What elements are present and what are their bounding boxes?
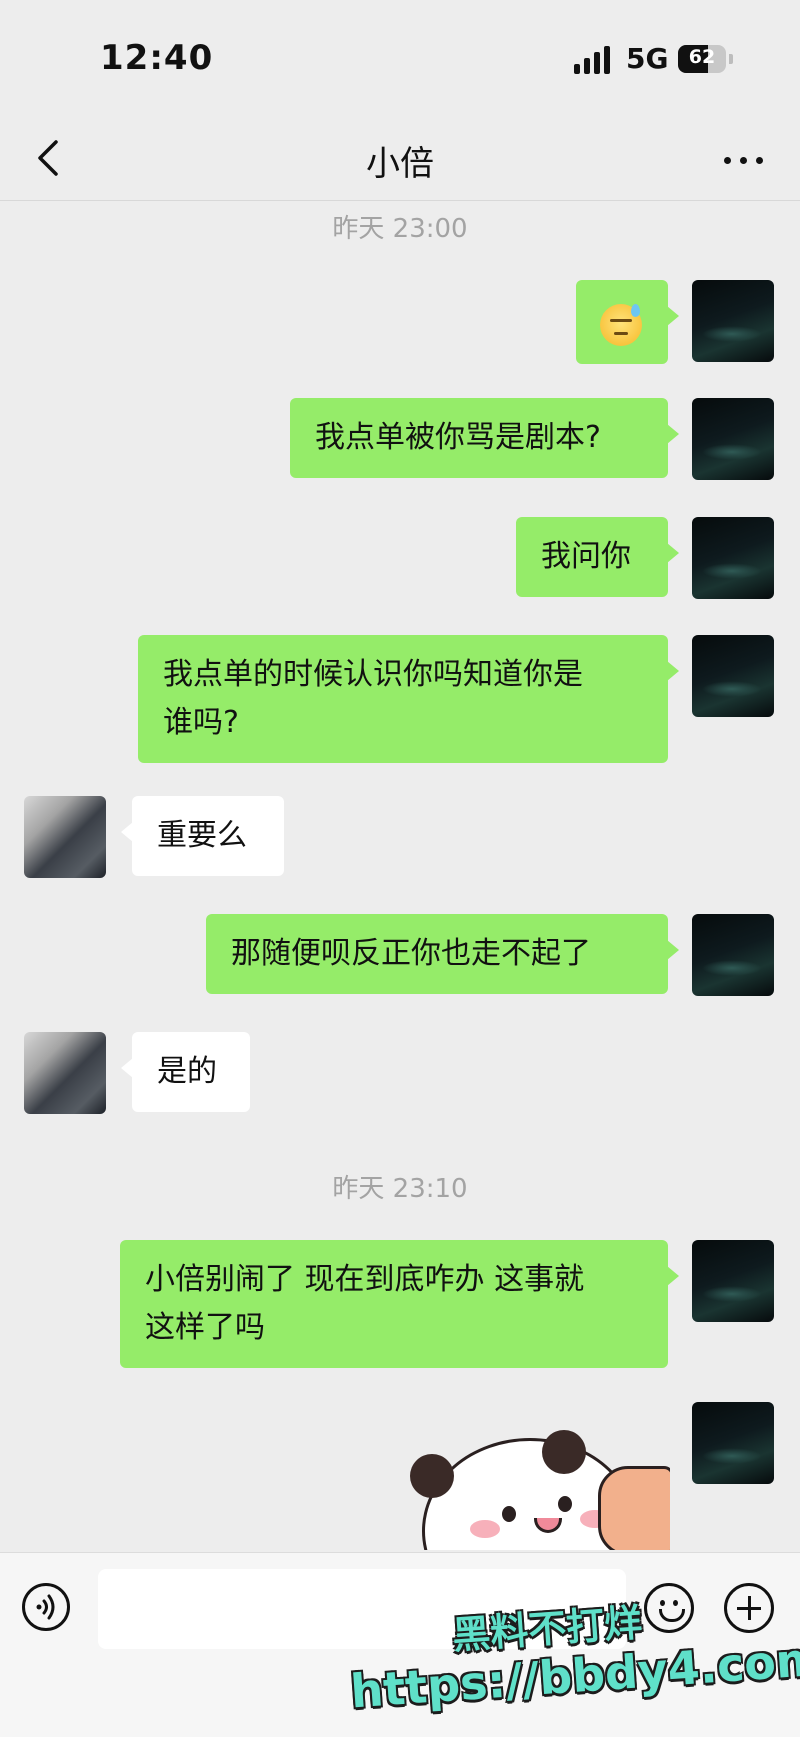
message-text-line: 我点单的时候认识你吗知道你是 [163, 657, 583, 692]
avatar-me[interactable] [692, 398, 774, 480]
network-type: 5G [626, 42, 669, 75]
message-text: 我点单被你骂是剧本? [315, 420, 601, 455]
emoji-icon[interactable] [644, 1583, 694, 1633]
sweat-smile-emoji [600, 303, 642, 346]
panda-ear [542, 1430, 586, 1474]
battery-icon: 62 [678, 45, 726, 73]
message-text: 那随便呗反正你也走不起了 [231, 936, 591, 971]
signal-icon [574, 46, 614, 74]
panda-eye [502, 1506, 516, 1522]
message-text-line: 这样了吗 [145, 1310, 265, 1345]
timestamp: 昨天 23:00 [332, 214, 468, 244]
message-text: 我问你 [541, 539, 631, 574]
more-icon[interactable] [720, 144, 768, 176]
message-text-line: 谁吗? [163, 705, 239, 740]
battery-level: 62 [688, 46, 716, 68]
chat-header: 小倍 [0, 120, 800, 201]
message-bubble-contact[interactable]: 是的 [121, 1032, 250, 1112]
status-time: 12:40 [100, 38, 214, 78]
status-bar: 12:40 5G 62 [0, 0, 800, 120]
message-bubble-me[interactable] [576, 280, 679, 364]
message-bubble-me[interactable]: 我点单的时候认识你吗知道你是 谁吗? [138, 635, 679, 763]
panda-eye [558, 1496, 572, 1512]
avatar-me[interactable] [692, 1240, 774, 1322]
avatar-me[interactable] [692, 635, 774, 717]
avatar-contact[interactable] [24, 1032, 106, 1114]
plus-icon[interactable] [724, 1583, 774, 1633]
timestamp: 昨天 23:10 [332, 1174, 468, 1204]
avatar-contact[interactable] [24, 796, 106, 878]
panda-ear [410, 1454, 454, 1498]
message-bubble-contact[interactable]: 重要么 [121, 796, 284, 876]
chat-title: 小倍 [366, 144, 434, 184]
voice-icon[interactable] [22, 1583, 70, 1631]
avatar-me[interactable] [692, 914, 774, 996]
message-text: 重要么 [157, 818, 247, 853]
message-bubble-me[interactable]: 我点单被你骂是剧本? [290, 398, 679, 478]
battery-tip [729, 54, 733, 64]
message-bubble-me[interactable]: 那随便呗反正你也走不起了 [206, 914, 679, 994]
message-text-line: 小倍别闹了 现在到底咋办 这事就 [145, 1262, 585, 1297]
avatar-me[interactable] [692, 1402, 774, 1484]
avatar-me[interactable] [692, 280, 774, 362]
message-bubble-me[interactable]: 我问你 [516, 517, 679, 597]
panda-paw [598, 1466, 670, 1550]
panda-sticker[interactable] [410, 1420, 670, 1550]
message-bubble-me[interactable]: 小倍别闹了 现在到底咋办 这事就 这样了吗 [120, 1240, 679, 1368]
message-text: 是的 [157, 1054, 217, 1089]
panda-blush [470, 1520, 500, 1538]
avatar-me[interactable] [692, 517, 774, 599]
